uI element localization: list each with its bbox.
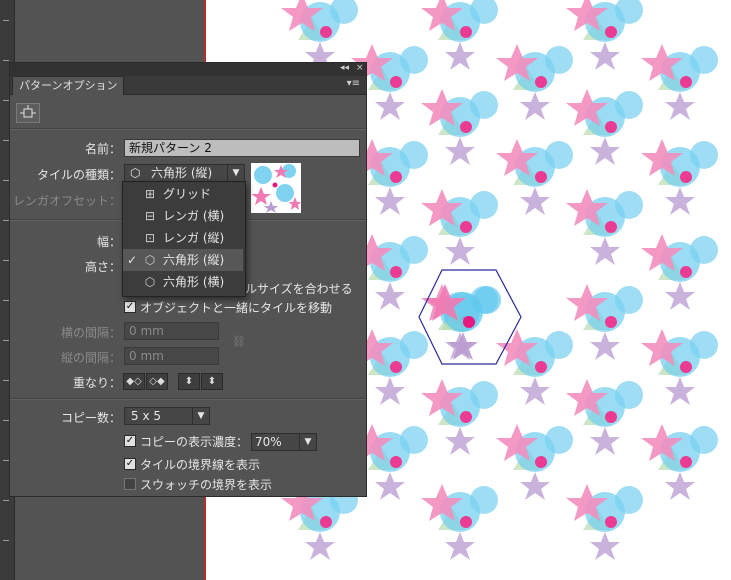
brick-column-icon: ⊡	[144, 231, 156, 245]
tool-strip-tick	[3, 500, 9, 501]
tile-type-label: タイルの種類：	[36, 168, 121, 182]
brick-row-icon: ⊟	[144, 209, 156, 223]
menu-item-label: レンガ (横)	[163, 209, 225, 223]
copies-value: 5 x 5	[131, 409, 161, 423]
h-spacing-input[interactable]: 0 mm	[124, 322, 219, 340]
tab-pattern-options[interactable]: パターンオプション	[12, 76, 125, 95]
hex-column-icon: ⬡	[130, 166, 141, 180]
tool-strip-tick	[3, 20, 9, 21]
panel-menu-icon[interactable]: ▾≡	[347, 78, 360, 89]
h-spacing-label: 横の間隔：	[60, 326, 121, 340]
panel-title-bar[interactable]: ◂◂ ×	[10, 63, 366, 76]
tool-strip-tick	[3, 60, 9, 61]
show-swatch-bounds-checkbox[interactable]	[124, 478, 136, 490]
brick-offset-label: レンガオフセット：	[12, 194, 121, 208]
name-label: 名前：	[84, 142, 121, 156]
tile-type-menu: ⊞ グリッド ⊟ レンガ (横) ⊡ レンガ (縦) ✓ ⬡ 六角形 (縦) ⬡…	[122, 181, 246, 297]
collapse-panel-button[interactable]: ◂◂	[340, 63, 349, 73]
panel-tab-row: パターンオプション ▾≡	[10, 76, 366, 95]
move-tile-with-art-label: オブジェクトと一緒にタイルを移動	[140, 301, 333, 315]
hex-row-icon: ⬡	[144, 275, 156, 289]
dim-copies-dropdown[interactable]: 70% ▼	[251, 433, 317, 451]
tool-strip-tick	[3, 540, 9, 541]
show-swatch-bounds-label: スウォッチの境界を表示	[140, 478, 273, 492]
overlap-left-front-button[interactable]: ◆◇	[123, 373, 145, 390]
show-tile-edge-label: タイルの境界線を表示	[140, 458, 261, 472]
menu-item-brick-row[interactable]: ⊟ レンガ (横)	[123, 205, 243, 227]
link-spacing-icon[interactable]: ⛓	[232, 335, 246, 348]
tile-type-value: 六角形 (縦)	[151, 166, 213, 180]
grid-icon: ⊞	[144, 187, 156, 201]
hex-column-icon: ⬡	[144, 253, 156, 267]
dim-copies-checkbox[interactable]: ✓	[124, 435, 136, 447]
menu-item-label: 六角形 (縦)	[163, 253, 225, 267]
v-spacing-input[interactable]: 0 mm	[124, 347, 219, 365]
show-tile-edge-checkbox[interactable]: ✓	[124, 458, 136, 470]
chevron-down-icon: ▼	[227, 165, 244, 181]
v-spacing-label: 縦の間隔：	[60, 351, 121, 365]
overlap-top-front-button[interactable]: ⬍	[178, 373, 200, 390]
tile-type-preview-thumbnail	[251, 163, 301, 213]
overlap-label: 重なり：	[72, 376, 121, 390]
menu-item-hex-row[interactable]: ⬡ 六角形 (横)	[123, 271, 243, 293]
overlap-right-front-button[interactable]: ◇◆	[146, 373, 168, 390]
chevron-down-icon: ▼	[299, 434, 316, 450]
menu-item-label: レンガ (縦)	[163, 231, 225, 245]
menu-item-label: 六角形 (横)	[163, 275, 225, 289]
dim-copies-label: コピーの表示濃度：	[140, 435, 249, 449]
move-tile-with-art-checkbox[interactable]: ✓	[124, 301, 136, 313]
overlap-bottom-front-button[interactable]: ⬍	[201, 373, 223, 390]
checkmark-icon: ✓	[127, 253, 138, 267]
pattern-tile-tool-button[interactable]	[16, 103, 40, 123]
menu-item-label: グリッド	[163, 187, 212, 201]
copies-dropdown[interactable]: 5 x 5 ▼	[124, 407, 210, 425]
copies-label: コピー数：	[60, 411, 121, 425]
pattern-name-input[interactable]: 新規パターン 2	[124, 139, 360, 157]
pattern-tile-original[interactable]	[424, 284, 501, 360]
separator	[10, 128, 366, 130]
menu-item-hex-column[interactable]: ✓ ⬡ 六角形 (縦)	[123, 249, 243, 271]
tile-type-dropdown[interactable]: ⬡ 六角形 (縦) ▼	[124, 164, 245, 182]
menu-item-brick-column[interactable]: ⊡ レンガ (縦)	[123, 227, 243, 249]
height-label: 高さ：	[84, 260, 121, 274]
close-panel-button[interactable]: ×	[356, 63, 364, 73]
menu-item-grid[interactable]: ⊞ グリッド	[123, 183, 243, 205]
tile-tool-icon	[20, 105, 36, 118]
chevron-down-icon: ▼	[192, 408, 209, 424]
size-tile-to-art-label: イルサイズを合わせる	[233, 282, 353, 296]
width-label: 幅：	[96, 235, 121, 249]
dim-copies-value: 70%	[255, 435, 282, 449]
separator	[10, 398, 366, 400]
